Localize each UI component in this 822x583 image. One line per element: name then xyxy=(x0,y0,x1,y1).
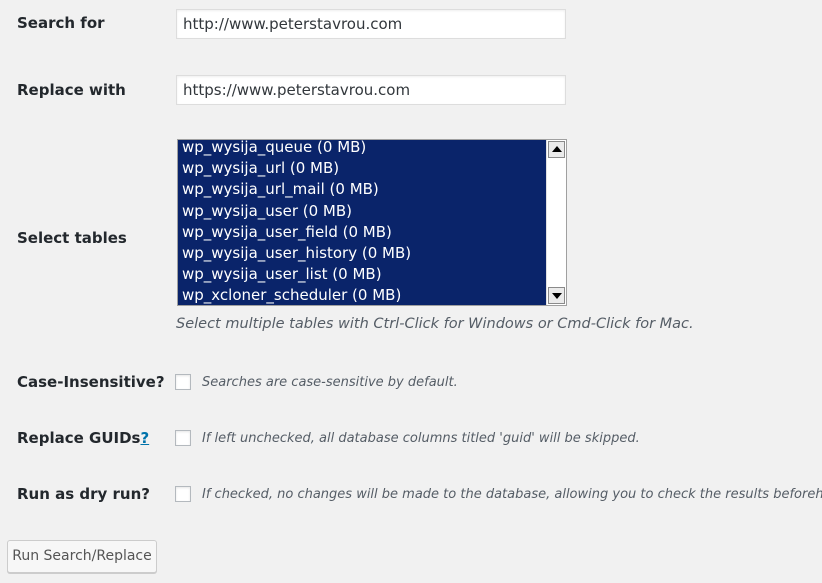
search-for-label: Search for xyxy=(17,14,105,32)
replace-guids-label: Replace GUIDs? xyxy=(17,429,149,447)
arrow-down-icon xyxy=(552,293,562,299)
tables-multiselect[interactable]: wp_wysija_queue (0 MB) wp_wysija_url (0 M… xyxy=(177,139,567,306)
arrow-up-icon xyxy=(552,146,562,152)
table-option[interactable]: wp_wysija_queue (0 MB) xyxy=(178,140,546,158)
case-insensitive-checkbox[interactable] xyxy=(175,374,191,390)
case-insensitive-description: Searches are case-sensitive by default. xyxy=(202,375,458,390)
table-option[interactable]: wp_wysija_url_mail (0 MB) xyxy=(178,179,546,200)
tables-help-text: Select multiple tables with Ctrl-Click f… xyxy=(176,316,694,332)
replace-guids-label-text: Replace GUIDs xyxy=(17,429,141,447)
scroll-up-button[interactable] xyxy=(548,141,565,158)
guids-help-link[interactable]: ? xyxy=(140,429,149,447)
select-tables-label: Select tables xyxy=(17,229,127,247)
dry-run-label: Run as dry run? xyxy=(17,485,150,503)
replace-input[interactable] xyxy=(176,75,566,105)
table-option[interactable]: wp_wysija_user (0 MB) xyxy=(178,201,546,222)
scroll-down-button[interactable] xyxy=(548,287,565,304)
table-option[interactable]: wp_wysija_url (0 MB) xyxy=(178,158,546,179)
replace-guids-description: If left unchecked, all database columns … xyxy=(202,431,640,446)
replace-guids-checkbox[interactable] xyxy=(175,430,191,446)
run-search-replace-button[interactable]: Run Search/Replace xyxy=(7,540,157,573)
table-option[interactable]: wp_wysija_user_field (0 MB) xyxy=(178,222,546,243)
tables-options-list[interactable]: wp_wysija_queue (0 MB) wp_wysija_url (0 M… xyxy=(178,140,546,305)
replace-with-label: Replace with xyxy=(17,81,126,99)
table-option[interactable]: wp_wysija_user_history (0 MB) xyxy=(178,243,546,264)
case-insensitive-label: Case-Insensitive? xyxy=(17,373,165,391)
search-input[interactable] xyxy=(176,9,566,39)
tables-scrollbar[interactable] xyxy=(546,140,566,305)
dry-run-description: If checked, no changes will be made to t… xyxy=(202,487,822,502)
dry-run-checkbox[interactable] xyxy=(175,486,191,502)
table-option[interactable]: wp_xcloner_scheduler (0 MB) xyxy=(178,285,546,305)
table-option[interactable]: wp_wysija_user_list (0 MB) xyxy=(178,264,546,285)
